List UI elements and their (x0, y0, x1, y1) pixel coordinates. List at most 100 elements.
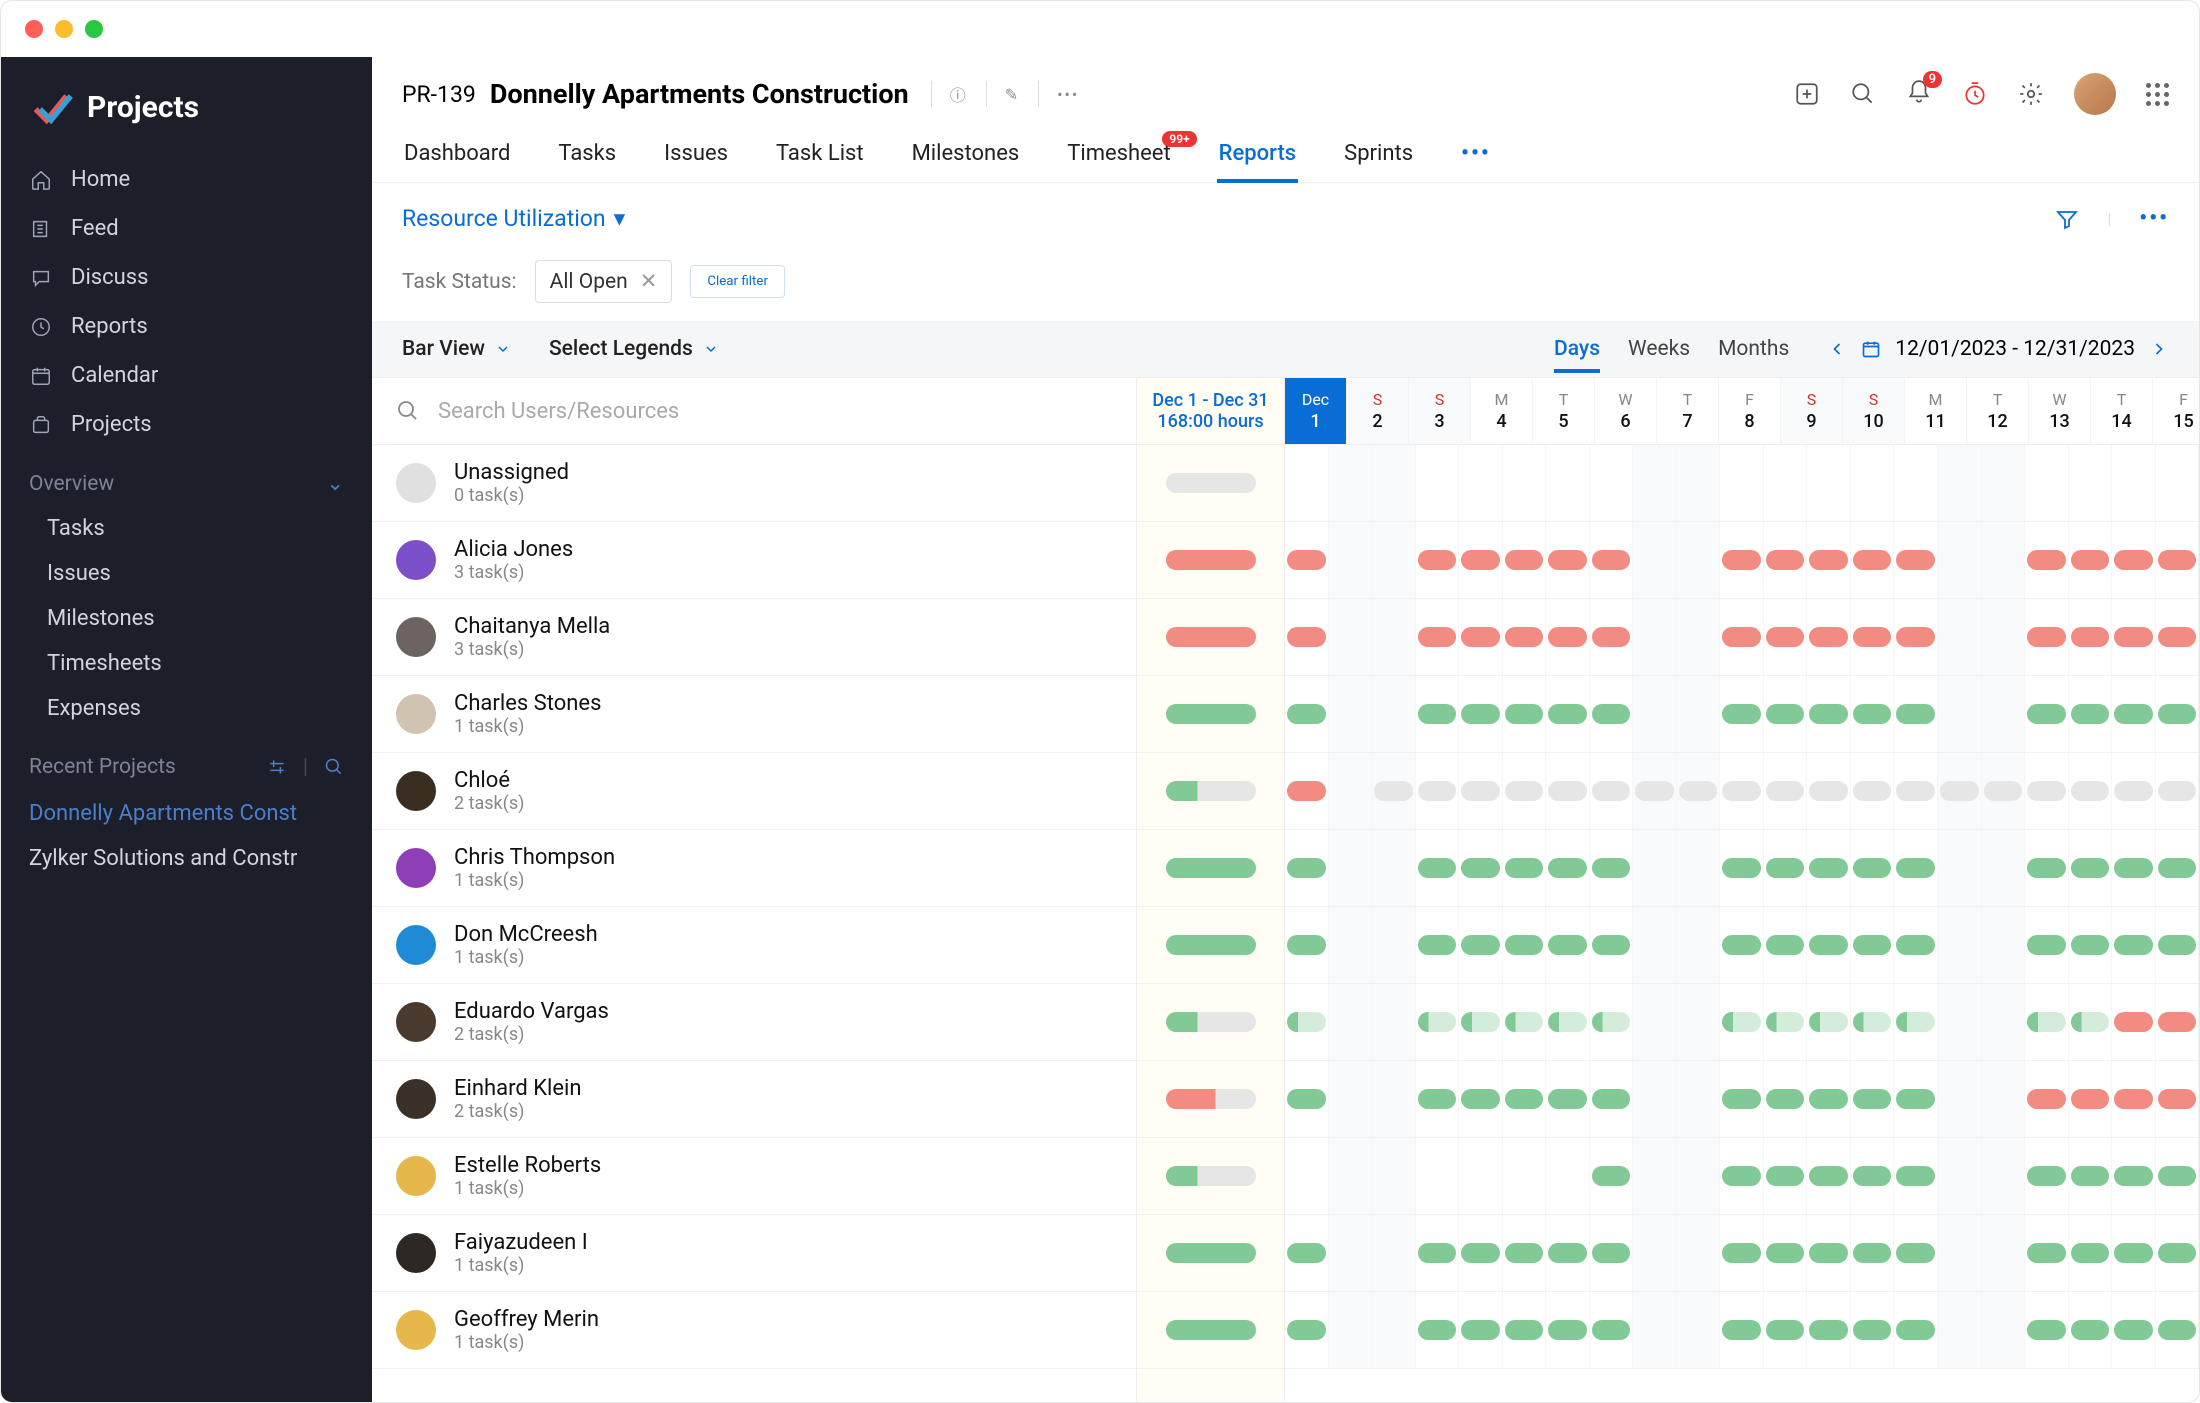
calendar-cell[interactable] (1416, 1138, 1460, 1214)
calendar-cell[interactable] (1982, 676, 2026, 752)
calendar-cell[interactable] (1807, 1292, 1851, 1368)
calendar-cell[interactable] (1459, 1138, 1503, 1214)
overview-item-milestones[interactable]: Milestones (1, 596, 372, 641)
calendar-cell[interactable] (1720, 676, 1764, 752)
calendar-cell[interactable] (2069, 1292, 2113, 1368)
calendar-cell[interactable] (1285, 907, 1329, 983)
tab-reports[interactable]: Reports (1217, 129, 1298, 182)
calendar-cell[interactable] (1590, 676, 1634, 752)
calendar-cell[interactable] (2025, 907, 2069, 983)
calendar-cell[interactable] (1285, 522, 1329, 598)
calendar-cell[interactable] (1677, 522, 1721, 598)
overview-section-header[interactable]: Overview ⌄ (1, 449, 372, 506)
app-logo[interactable]: Projects (1, 75, 372, 155)
calendar-cell[interactable] (1372, 907, 1416, 983)
resource-row[interactable]: Eduardo Vargas 2 task(s) (372, 984, 1136, 1061)
calendar-cell[interactable] (1590, 1292, 1634, 1368)
calendar-cell[interactable] (1329, 1061, 1373, 1137)
calendar-cell[interactable] (1938, 522, 1982, 598)
recent-project-item[interactable]: Donnelly Apartments Const (1, 791, 372, 836)
resource-row[interactable]: Chris Thompson 1 task(s) (372, 830, 1136, 907)
calendar-cell[interactable] (2069, 830, 2113, 906)
calendar-cell[interactable] (1720, 1215, 1764, 1291)
calendar-cell[interactable] (2112, 830, 2156, 906)
calendar-cell[interactable] (1503, 984, 1547, 1060)
calendar-cell[interactable] (1590, 522, 1634, 598)
calendar-cell[interactable] (1894, 445, 1938, 521)
calendar-cell[interactable] (1459, 753, 1503, 829)
calendar-cell[interactable] (1459, 676, 1503, 752)
calendar-cell[interactable] (1633, 1138, 1677, 1214)
scale-days[interactable]: Days (1554, 337, 1600, 373)
calendar-cell[interactable] (1720, 1292, 1764, 1368)
calendar-cell[interactable] (1285, 1215, 1329, 1291)
calendar-cell[interactable] (1851, 1138, 1895, 1214)
calendar-cell[interactable] (2069, 676, 2113, 752)
calendar-cell[interactable] (1633, 522, 1677, 598)
calendar-cell[interactable] (1938, 907, 1982, 983)
calendar-cell[interactable] (1982, 1138, 2026, 1214)
calendar-cell[interactable] (1851, 676, 1895, 752)
calendar-cell[interactable] (1982, 522, 2026, 598)
notifications-button[interactable]: 9 (1906, 79, 1932, 109)
calendar-cell[interactable] (1677, 676, 1721, 752)
calendar-cell[interactable] (2025, 753, 2069, 829)
calendar-cell[interactable] (2069, 599, 2113, 675)
calendar-cell[interactable] (1677, 753, 1721, 829)
calendar-cell[interactable] (1677, 1138, 1721, 1214)
calendar-cell[interactable] (1503, 1215, 1547, 1291)
calendar-cell[interactable] (1764, 1215, 1808, 1291)
calendar-cell[interactable] (1590, 907, 1634, 983)
calendar-cell[interactable] (1329, 522, 1373, 598)
calendar-cell[interactable] (1720, 445, 1764, 521)
resource-row[interactable]: Don McCreesh 1 task(s) (372, 907, 1136, 984)
calendar-cell[interactable] (1807, 1061, 1851, 1137)
calendar-cell[interactable] (1459, 1292, 1503, 1368)
calendar-cell[interactable] (1416, 522, 1460, 598)
calendar-cell[interactable] (1590, 445, 1634, 521)
calendar-cell[interactable] (1285, 599, 1329, 675)
date-range[interactable]: 12/01/2023 - 12/31/2023 (1895, 337, 2135, 361)
calendar-cell[interactable] (1546, 1215, 1590, 1291)
calendar-cell[interactable] (2156, 1292, 2199, 1368)
scale-weeks[interactable]: Weeks (1628, 337, 1690, 361)
calendar-cell[interactable] (1372, 830, 1416, 906)
calendar-cell[interactable] (1720, 599, 1764, 675)
calendar-cell[interactable] (1677, 445, 1721, 521)
resource-row[interactable]: Unassigned 0 task(s) (372, 445, 1136, 522)
calendar-cell[interactable] (1590, 599, 1634, 675)
calendar-cell[interactable] (2069, 522, 2113, 598)
close-icon[interactable]: ✕ (640, 269, 658, 294)
calendar-cell[interactable] (1764, 599, 1808, 675)
calendar-cell[interactable] (1416, 1215, 1460, 1291)
calendar-cell[interactable] (1503, 676, 1547, 752)
calendar-cell[interactable] (1894, 599, 1938, 675)
overview-item-issues[interactable]: Issues (1, 551, 372, 596)
calendar-cell[interactable] (2069, 984, 2113, 1060)
nav-item-home[interactable]: Home (1, 155, 372, 204)
calendar-cell[interactable] (1416, 599, 1460, 675)
calendar-cell[interactable] (1764, 1138, 1808, 1214)
calendar-cell[interactable] (1546, 445, 1590, 521)
calendar-cell[interactable] (2025, 984, 2069, 1060)
calendar-cell[interactable] (1894, 1061, 1938, 1137)
calendar-cell[interactable] (2156, 907, 2199, 983)
calendar-cell[interactable] (1982, 753, 2026, 829)
window-minimize-button[interactable] (55, 20, 73, 38)
calendar-cell[interactable] (2025, 1292, 2069, 1368)
calendar-cell[interactable] (1459, 984, 1503, 1060)
nav-item-discuss[interactable]: Discuss (1, 253, 372, 302)
calendar-cell[interactable] (1938, 1138, 1982, 1214)
calendar-cell[interactable] (2025, 522, 2069, 598)
apps-grid-icon[interactable] (2146, 83, 2169, 106)
calendar-cell[interactable] (1807, 1138, 1851, 1214)
calendar-cell[interactable] (2069, 907, 2113, 983)
calendar-cell[interactable] (1938, 599, 1982, 675)
calendar-cell[interactable] (2156, 599, 2199, 675)
calendar-cell[interactable] (2025, 1138, 2069, 1214)
calendar-cell[interactable] (1764, 676, 1808, 752)
calendar-cell[interactable] (1677, 984, 1721, 1060)
calendar-cell[interactable] (1938, 676, 1982, 752)
calendar-cell[interactable] (1677, 1292, 1721, 1368)
edit-icon[interactable]: ✎ (986, 81, 1018, 107)
